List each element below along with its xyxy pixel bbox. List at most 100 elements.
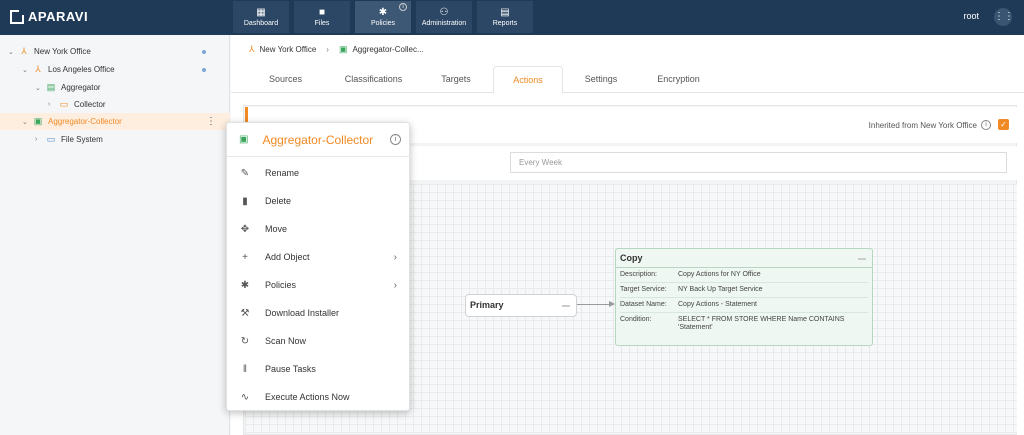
tab-targets[interactable]: Targets bbox=[421, 66, 491, 93]
chevron-right-icon[interactable]: › bbox=[48, 101, 56, 108]
nav-administration[interactable]: ⚇ Administration bbox=[416, 1, 472, 33]
tree-item-new-york-office[interactable]: ⌄ ⅄ New York Office bbox=[0, 43, 230, 60]
nav-reports[interactable]: ▤ Reports bbox=[477, 1, 533, 33]
top-bar: APARAVI ▦ Dashboard ■ Files ✱ Policies i… bbox=[0, 0, 1024, 35]
tab-classifications[interactable]: Classifications bbox=[331, 66, 416, 93]
copy-action-node[interactable]: Copy Description: Copy Actions for NY Of… bbox=[615, 248, 873, 346]
detail-row: Target Service: NY Back Up Target Servic… bbox=[620, 286, 868, 298]
nav-administration-label: Administration bbox=[421, 20, 467, 27]
copy-node-details: Description: Copy Actions for NY Office … bbox=[616, 268, 872, 341]
policies-info-icon[interactable]: i bbox=[399, 3, 407, 11]
menu-item-rename[interactable]: ✎ Rename bbox=[227, 159, 411, 187]
menu-item-label: Move bbox=[265, 224, 288, 234]
refresh-icon: ↻ bbox=[240, 335, 250, 347]
copy-node-title: Copy bbox=[616, 249, 872, 268]
aparavi-logo[interactable]: APARAVI bbox=[10, 8, 89, 24]
breadcrumb-aggregator-collector[interactable]: Aggregator-Collec... bbox=[352, 45, 423, 54]
menu-item-label: Download Installer bbox=[265, 308, 340, 318]
primary-node-title: Primary bbox=[470, 300, 504, 310]
trash-icon: ▮ bbox=[242, 195, 248, 207]
menu-item-scan-now[interactable]: ↻ Scan Now bbox=[227, 327, 411, 355]
tree-item-label: Collector bbox=[74, 100, 106, 109]
policy-tabs: Sources Classifications Targets Actions … bbox=[231, 66, 1024, 94]
chevron-right-icon: › bbox=[393, 279, 397, 291]
report-icon: ▤ bbox=[500, 7, 510, 18]
logo-text: APARAVI bbox=[28, 9, 89, 24]
chevron-down-icon[interactable]: ⌄ bbox=[22, 118, 30, 126]
chevron-right-icon[interactable]: › bbox=[35, 136, 43, 143]
detail-key: Condition: bbox=[620, 316, 652, 323]
apps-grid-icon[interactable]: ⋮⋮ bbox=[994, 8, 1014, 26]
tree-item-aggregator[interactable]: ⌄ ▤ Aggregator bbox=[0, 79, 230, 96]
schedule-field[interactable]: Every Week bbox=[510, 152, 1007, 173]
tab-settings[interactable]: Settings bbox=[566, 66, 636, 93]
detail-value: SELECT * FROM STORE WHERE Name CONTAINS … bbox=[678, 316, 845, 331]
tree-item-file-system[interactable]: › ▭ File System bbox=[0, 131, 230, 148]
primary-node[interactable]: Primary bbox=[465, 294, 577, 317]
breadcrumb: ⅄ New York Office › ▣ Aggregator-Collec.… bbox=[249, 44, 424, 55]
gear-icon: ✱ bbox=[240, 279, 250, 291]
connector-line bbox=[577, 304, 613, 305]
user-name[interactable]: root bbox=[963, 11, 979, 21]
menu-item-label: Policies bbox=[265, 280, 297, 290]
tab-sources[interactable]: Sources bbox=[243, 66, 328, 93]
menu-item-policies[interactable]: ✱ Policies › bbox=[227, 271, 411, 299]
menu-item-add-object[interactable]: + Add Object › bbox=[227, 243, 411, 271]
breadcrumb-new-york-office[interactable]: New York Office bbox=[260, 45, 317, 54]
nav-files[interactable]: ■ Files bbox=[294, 1, 350, 33]
object-tree: ⌄ ⅄ New York Office ⌄ ⅄ Los Angeles Offi… bbox=[0, 35, 230, 435]
dashboard-icon: ▦ bbox=[256, 7, 266, 18]
folder-icon: ■ bbox=[318, 7, 326, 18]
pause-icon: ‖ bbox=[242, 363, 248, 375]
drag-handle-icon[interactable] bbox=[858, 258, 866, 260]
inherited-text: Inherited from New York Office bbox=[868, 120, 977, 130]
aggregator-collector-icon: ▣ bbox=[239, 134, 249, 145]
menu-item-move[interactable]: ✥ Move bbox=[227, 215, 411, 243]
detail-value: Copy Actions - Statement bbox=[678, 301, 757, 308]
info-icon[interactable]: i bbox=[390, 134, 401, 145]
menu-item-label: Add Object bbox=[265, 252, 310, 262]
chevron-right-icon: › bbox=[393, 251, 397, 263]
gear-icon: ✱ bbox=[378, 7, 388, 18]
drag-handle-icon[interactable] bbox=[562, 305, 570, 307]
network-icon: ⅄ bbox=[35, 64, 41, 74]
nav-policies-label: Policies bbox=[370, 20, 396, 27]
status-dot bbox=[202, 67, 206, 72]
tab-encryption[interactable]: Encryption bbox=[641, 66, 716, 93]
tab-actions[interactable]: Actions bbox=[493, 66, 563, 94]
network-icon: ⅄ bbox=[21, 46, 27, 56]
laptop-icon: ▭ bbox=[59, 99, 69, 109]
main-nav: ▦ Dashboard ■ Files ✱ Policies i ⚇ Admin… bbox=[233, 0, 538, 35]
context-menu: ▣ Aggregator-Collector i ✎ Rename ▮ Dele… bbox=[226, 122, 411, 411]
tree-item-label: Los Angeles Office bbox=[48, 65, 115, 74]
nav-policies[interactable]: ✱ Policies i bbox=[355, 1, 411, 33]
menu-item-download-installer[interactable]: ⚒ Download Installer bbox=[227, 299, 411, 327]
tree-item-label: Aggregator-Collector bbox=[48, 117, 122, 126]
nav-dashboard[interactable]: ▦ Dashboard bbox=[233, 1, 289, 33]
detail-key: Description: bbox=[620, 271, 657, 278]
detail-key: Dataset Name: bbox=[620, 301, 667, 308]
tree-item-aggregator-collector[interactable]: ⌄ ▣ Aggregator-Collector ⋮ bbox=[0, 113, 230, 130]
inherited-checkbox[interactable]: ✓ bbox=[998, 119, 1009, 130]
tree-item-label: New York Office bbox=[34, 47, 91, 56]
menu-item-pause-tasks[interactable]: ‖ Pause Tasks bbox=[227, 355, 411, 383]
users-icon: ⚇ bbox=[439, 7, 449, 18]
menu-item-execute-actions-now[interactable]: ∿ Execute Actions Now bbox=[227, 383, 411, 411]
tree-item-label: Aggregator bbox=[61, 83, 101, 92]
detail-value: NY Back Up Target Service bbox=[678, 286, 763, 293]
inherited-label: Inherited from New York Office i bbox=[869, 120, 991, 130]
menu-item-delete[interactable]: ▮ Delete bbox=[227, 187, 411, 215]
chevron-down-icon[interactable]: ⌄ bbox=[22, 66, 30, 74]
tree-item-collector[interactable]: › ▭ Collector bbox=[0, 96, 230, 113]
chevron-down-icon[interactable]: ⌄ bbox=[8, 48, 16, 56]
folder-icon: ▭ bbox=[46, 134, 56, 144]
tree-item-los-angeles-office[interactable]: ⌄ ⅄ Los Angeles Office bbox=[0, 61, 230, 78]
detail-row: Condition: SELECT * FROM STORE WHERE Nam… bbox=[620, 316, 868, 335]
info-icon[interactable]: i bbox=[981, 120, 991, 130]
aggregator-collector-icon: ▣ bbox=[338, 44, 348, 54]
detail-value: Copy Actions for NY Office bbox=[678, 271, 761, 278]
kebab-menu-icon[interactable]: ⋮ bbox=[206, 116, 216, 127]
menu-item-label: Scan Now bbox=[265, 336, 307, 346]
move-icon: ✥ bbox=[240, 223, 250, 235]
chevron-down-icon[interactable]: ⌄ bbox=[35, 84, 43, 92]
